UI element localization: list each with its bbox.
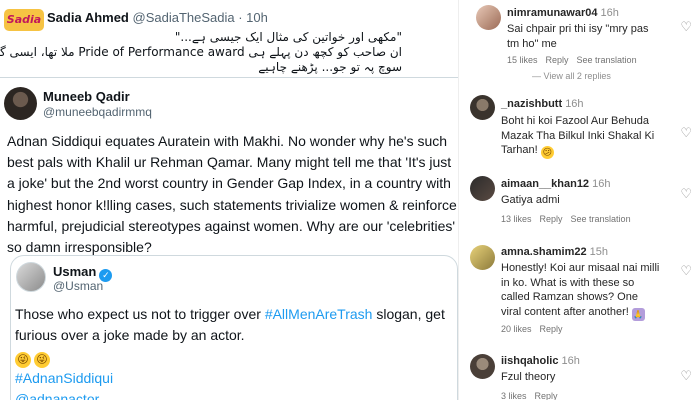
quoted-tweet-handle[interactable]: @Usman xyxy=(53,279,103,293)
comment-3-text: Gatiya admi xyxy=(501,194,560,206)
comment-5-reply[interactable]: Reply xyxy=(535,391,558,400)
comment-3-likes[interactable]: 13 likes xyxy=(501,214,532,224)
comment-2-header: _nazishbutt 16h xyxy=(501,98,584,110)
comment-3-username[interactable]: aimaan__khan12 xyxy=(501,178,589,190)
like-heart-icon[interactable]: ♡ xyxy=(680,263,692,279)
hashtag-allmenaretrash[interactable]: #AllMenAreTrash xyxy=(265,306,373,322)
quoted-body-part-1: Those who expect us not to trigger over xyxy=(15,306,265,322)
comment-1-meta: 15 likes Reply See translation xyxy=(507,55,645,65)
tweet-sadia-time[interactable]: · 10h xyxy=(238,10,268,25)
tweet-muneeb-body: Adnan Siddiqui equates Auratein with Mak… xyxy=(7,133,457,256)
quoted-tweet-body: Those who expect us not to trigger over … xyxy=(15,304,455,400)
tweet-muneeb-name[interactable]: Muneeb Qadir xyxy=(43,89,130,104)
like-heart-icon[interactable]: ♡ xyxy=(680,19,692,35)
comment-3-time: 16h xyxy=(592,178,611,190)
comment-2-username[interactable]: _nazishbutt xyxy=(501,98,562,110)
comment-5-text: Fzul theory xyxy=(501,371,556,383)
comment-5-header: iishqaholic 16h xyxy=(501,355,580,367)
tweet-sadia-line-1: "مکھی اور خواتین کی مثال ایک جیسی ہے..." xyxy=(174,30,402,44)
confused-face-emoji-icon: 😕 xyxy=(540,146,554,159)
comment-3-meta: 13 likes Reply See translation xyxy=(501,214,639,224)
comment-5-username[interactable]: iishqaholic xyxy=(501,355,558,367)
tweet-muneeb-handle[interactable]: @muneebqadirmmq xyxy=(43,105,152,119)
comment-4-text: Honestly! Koi aur misaal nai milli in ko… xyxy=(501,261,661,321)
tweet-sadia-handle[interactable]: @SadiaTheSadia xyxy=(133,10,235,25)
tweet-sadia-line-3: سوچ پہ تو جو... پڑھنے چاہیے xyxy=(258,60,402,74)
comment-2-text-body: Boht hi koi Fazool Aur Behuda Mazak Tha … xyxy=(501,115,655,156)
view-replies-link[interactable]: — View all 2 replies xyxy=(532,71,611,81)
avatar-muneeb[interactable] xyxy=(4,87,37,120)
comment-1-translate[interactable]: See translation xyxy=(577,55,637,65)
comment-3-header: aimaan__khan12 16h xyxy=(501,178,610,190)
comment-4-likes[interactable]: 20 likes xyxy=(501,324,532,334)
avatar-iishqaholic[interactable] xyxy=(470,354,495,379)
comment-1-header: nimramunawar04 16h xyxy=(507,7,619,19)
quoted-tweet-name-text[interactable]: Usman xyxy=(53,264,96,279)
avatar-nazishbutt[interactable] xyxy=(470,95,495,120)
avatar-nimramunawar04[interactable] xyxy=(476,5,501,30)
tweet-sadia-name[interactable]: Sadia Ahmed xyxy=(47,10,129,25)
comment-2-text: Boht hi koi Fazool Aur Behuda Mazak Tha … xyxy=(501,114,661,159)
mention-adnanactor[interactable]: @adnanactor xyxy=(15,391,99,400)
avatar-amna-shamim22[interactable] xyxy=(470,245,495,270)
twitter-thread: Sadia Sadia Ahmed @SadiaTheSadia · 10h "… xyxy=(0,0,458,400)
comment-3-translate[interactable]: See translation xyxy=(571,214,631,224)
comment-1-username[interactable]: nimramunawar04 xyxy=(507,7,597,19)
comment-3-reply[interactable]: Reply xyxy=(540,214,563,224)
comment-4-time: 15h xyxy=(589,246,609,258)
avatar-usman[interactable] xyxy=(16,262,46,292)
comment-4-meta: 20 likes Reply xyxy=(501,324,571,334)
comment-4-reply[interactable]: Reply xyxy=(540,324,563,334)
like-heart-icon[interactable]: ♡ xyxy=(680,368,692,384)
like-heart-icon[interactable]: ♡ xyxy=(680,125,692,141)
hashtag-adnansiddiqui[interactable]: #AdnanSiddiqui xyxy=(15,370,113,386)
winking-tongue-emoji-icon: 😜 xyxy=(15,352,31,368)
comment-1-time: 16h xyxy=(600,7,619,19)
comment-1-text: Sai chpair pri thi isy "mry pas tm ho" m… xyxy=(507,23,649,50)
comment-5-time: 16h xyxy=(561,355,580,367)
like-heart-icon[interactable]: ♡ xyxy=(680,186,692,202)
winking-tongue-emoji-icon: 😜 xyxy=(34,352,50,368)
comment-4-username[interactable]: amna.shamim22 xyxy=(501,246,587,258)
avatar-aimaan-khan12[interactable] xyxy=(470,176,495,201)
tweet-sadia-header: Sadia Ahmed @SadiaTheSadia · 10h xyxy=(47,10,268,25)
comment-2-time: 16h xyxy=(565,98,584,110)
comment-4-header: amna.shamim22 15h xyxy=(501,246,608,258)
instagram-comments: nimramunawar04 16h Sai chpair pri thi is… xyxy=(458,0,700,400)
comment-1-reply[interactable]: Reply xyxy=(546,55,569,65)
tweet-sadia-line-2: ان صاحب کو کچھ دن پہلے ہی Pride of Perfo… xyxy=(0,45,402,59)
comment-1-likes[interactable]: 15 likes xyxy=(507,55,538,65)
sadia-logo: Sadia xyxy=(4,9,44,31)
tweet-sadia[interactable]: Sadia Sadia Ahmed @SadiaTheSadia · 10h "… xyxy=(0,0,458,78)
comment-5-meta: 3 likes Reply xyxy=(501,391,566,400)
comment-5-likes[interactable]: 3 likes xyxy=(501,391,527,400)
praying-hands-emoji-icon: 🙏 xyxy=(631,307,645,321)
